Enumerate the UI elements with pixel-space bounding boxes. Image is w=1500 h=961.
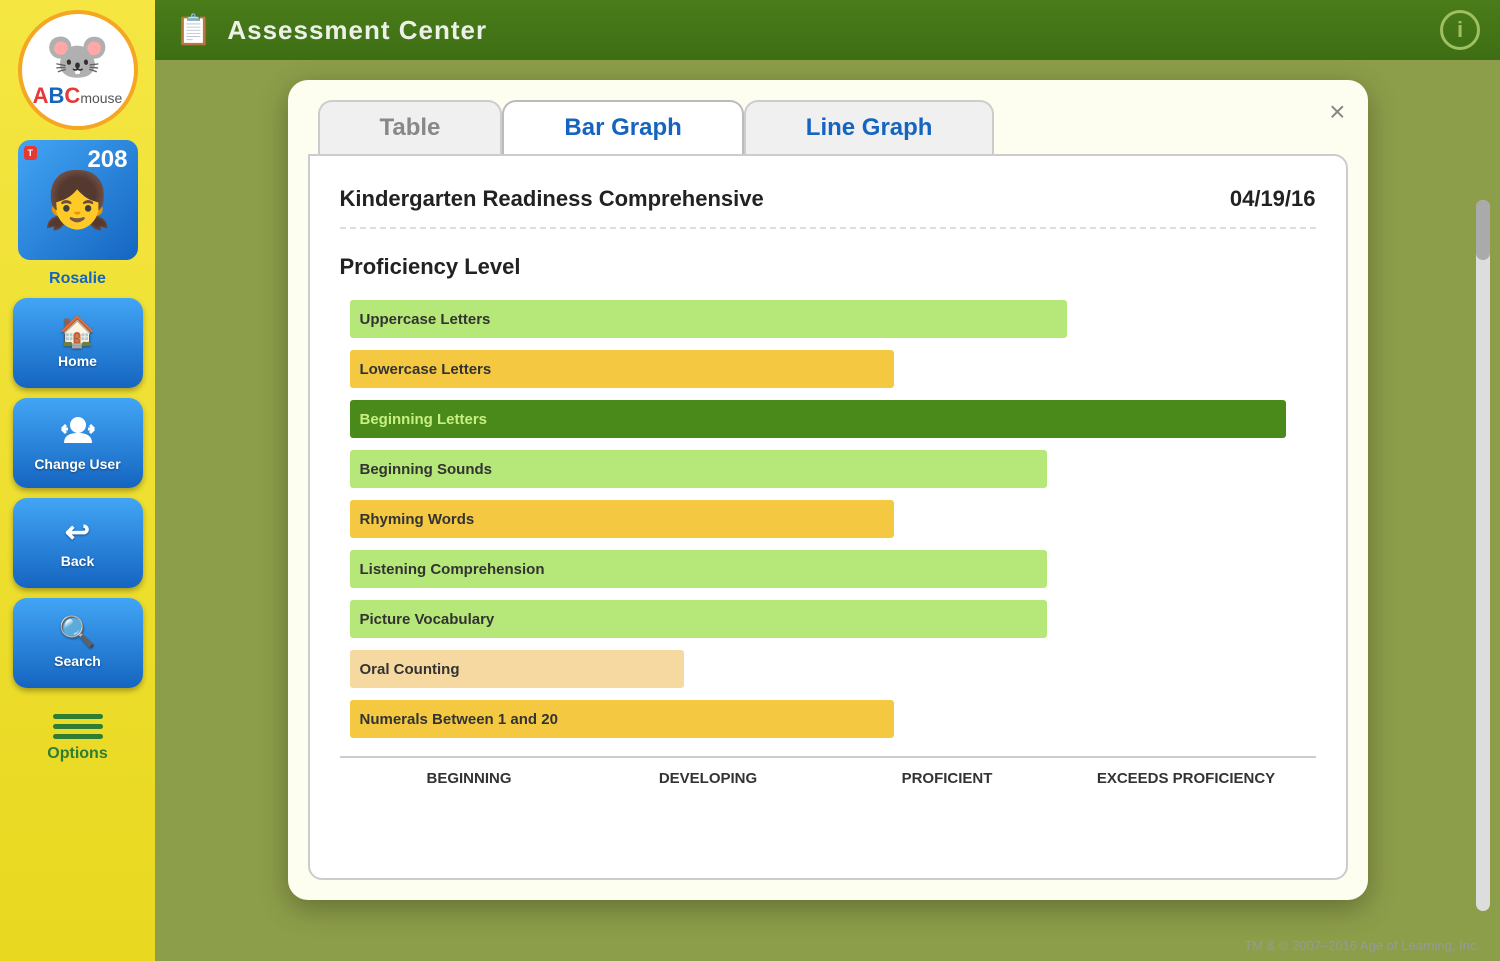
bar-fill-0: Uppercase Letters <box>350 300 1067 338</box>
sidebar: 🐭 ABCmouse T 208 👧 Rosalie 🏠 Home <box>0 0 155 961</box>
bar-row: Numerals Between 1 and 20 <box>350 700 1306 738</box>
bar-row: Listening Comprehension <box>350 550 1306 588</box>
tab-line-graph[interactable]: Line Graph <box>744 100 995 154</box>
info-button[interactable]: i <box>1440 10 1480 50</box>
abc-logo: ABCmouse <box>33 83 123 109</box>
change-user-icon <box>60 415 96 451</box>
bar-fill-6: Picture Vocabulary <box>350 600 1048 638</box>
bar-row: Lowercase Letters <box>350 350 1306 388</box>
clipboard-icon: 📋 <box>175 13 212 48</box>
copyright-text: TM & © 2007–2016 Age of Learning, Inc. <box>1244 938 1480 953</box>
hamburger-icon <box>53 714 103 739</box>
bar-fill-7: Oral Counting <box>350 650 685 688</box>
page-title: Assessment Center <box>227 15 487 46</box>
user-avatar-img: 👧 <box>43 168 111 233</box>
x-label-developing: DEVELOPING <box>589 770 828 787</box>
user-points: 208 <box>87 146 127 174</box>
bar-fill-2: Beginning Letters <box>350 400 1287 438</box>
home-button[interactable]: 🏠 Home <box>13 298 143 388</box>
bar-fill-8: Numerals Between 1 and 20 <box>350 700 895 738</box>
tab-bar: Table Bar Graph Line Graph <box>308 100 1348 154</box>
search-icon: 🔍 <box>59 618 96 648</box>
chart-title: Kindergarten Readiness Comprehensive <box>340 186 764 212</box>
search-button[interactable]: 🔍 Search <box>13 598 143 688</box>
bar-row: Uppercase Letters <box>350 300 1306 338</box>
bar-fill-5: Listening Comprehension <box>350 550 1048 588</box>
chart-date: 04/19/16 <box>1230 186 1316 212</box>
app-container: 🐭 ABCmouse T 208 👧 Rosalie 🏠 Home <box>0 0 1500 961</box>
content-area: × Table Bar Graph Line Graph Kindergarte… <box>155 60 1500 930</box>
bar-fill-4: Rhyming Words <box>350 500 895 538</box>
x-label-beginning: BEGINNING <box>350 770 589 787</box>
bar-fill-1: Lowercase Letters <box>350 350 895 388</box>
modal-dialog: × Table Bar Graph Line Graph Kindergarte… <box>288 80 1368 900</box>
tab-table[interactable]: Table <box>318 100 503 154</box>
search-label: Search <box>54 653 101 669</box>
close-button[interactable]: × <box>1329 98 1345 126</box>
user-avatar: T 208 👧 <box>18 140 138 260</box>
bar-row: Oral Counting <box>350 650 1306 688</box>
chart-header: Kindergarten Readiness Comprehensive 04/… <box>340 186 1316 229</box>
bar-row: Beginning Letters <box>350 400 1306 438</box>
x-label-exceeds: EXCEEDS PROFICIENCY <box>1067 770 1306 787</box>
bar-chart: Uppercase Letters Lowercase Letters Beginn… <box>340 300 1316 738</box>
scrollbar-track[interactable] <box>1476 200 1490 911</box>
chart-container: Kindergarten Readiness Comprehensive 04/… <box>308 154 1348 880</box>
main-content: 📋 Assessment Center i × Table Bar Graph … <box>155 0 1500 961</box>
bar-fill-3: Beginning Sounds <box>350 450 1048 488</box>
x-axis: BEGINNING DEVELOPING PROFICIENT EXCEEDS … <box>340 756 1316 787</box>
scrollbar-thumb[interactable] <box>1476 200 1490 260</box>
back-label: Back <box>61 553 94 569</box>
proficiency-label: Proficiency Level <box>340 254 1316 280</box>
tab-bar-graph[interactable]: Bar Graph <box>502 100 743 154</box>
home-icon: 🏠 <box>59 318 96 348</box>
bar-row: Beginning Sounds <box>350 450 1306 488</box>
footer: TM & © 2007–2016 Age of Learning, Inc. <box>155 930 1500 961</box>
modal-wrapper: × Table Bar Graph Line Graph Kindergarte… <box>288 80 1368 900</box>
options-button[interactable]: Options <box>13 698 143 778</box>
change-user-button[interactable]: Change User <box>13 398 143 488</box>
home-label: Home <box>58 353 97 369</box>
ticket-badge: T <box>24 146 38 160</box>
change-user-label: Change User <box>34 456 120 472</box>
bar-row: Rhyming Words <box>350 500 1306 538</box>
x-label-proficient: PROFICIENT <box>828 770 1067 787</box>
options-label: Options <box>47 745 107 763</box>
logo-area: 🐭 ABCmouse <box>18 10 138 130</box>
bar-row: Picture Vocabulary <box>350 600 1306 638</box>
back-icon: ↩ <box>65 518 90 548</box>
back-button[interactable]: ↩ Back <box>13 498 143 588</box>
top-bar: 📋 Assessment Center i <box>155 0 1500 60</box>
user-name: Rosalie <box>49 270 106 288</box>
